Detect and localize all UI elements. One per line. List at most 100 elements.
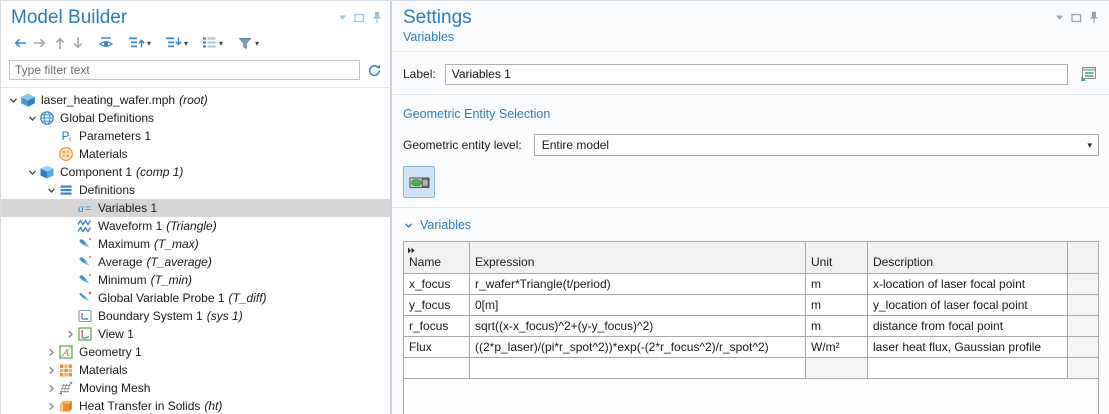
tree-item-view-1[interactable]: View 1: [1, 325, 390, 343]
tree-item-maximum[interactable]: Maximum(T_max): [1, 235, 390, 253]
edit-label-button[interactable]: [1077, 63, 1099, 85]
show-button[interactable]: [95, 34, 117, 54]
tree-item-label: Average: [98, 255, 142, 269]
chevron-collapsed-icon[interactable]: [64, 329, 77, 340]
restore-icon[interactable]: [1071, 13, 1082, 23]
tree-item-tag: (T_max): [154, 237, 199, 251]
tree-item-label: Variables 1: [98, 201, 157, 215]
cell-description[interactable]: laser heat flux, Gaussian profile: [868, 337, 1068, 358]
cell-description[interactable]: [868, 358, 1068, 379]
variables-section-header: Variables: [403, 218, 1099, 232]
tree-item-global-definitions[interactable]: Global Definitions: [1, 109, 390, 127]
cell-unit[interactable]: [806, 358, 868, 379]
cell-unit[interactable]: m: [806, 274, 868, 295]
cell-expression[interactable]: r_wafer*Triangle(t/period): [470, 274, 806, 295]
tree-item-label: laser_heating_wafer.mph: [41, 93, 175, 107]
tree-item-variables-1[interactable]: a=Variables 1: [1, 199, 390, 217]
tree-item-definitions[interactable]: Definitions: [1, 181, 390, 199]
cell-name[interactable]: Flux: [404, 337, 470, 358]
refresh-button[interactable]: [367, 63, 382, 78]
probe-icon: [77, 272, 93, 288]
cell-name[interactable]: x_focus: [404, 274, 470, 295]
chevron-expanded-icon[interactable]: [26, 167, 39, 178]
section-geometric-entity-selection: Geometric Entity Selection: [403, 107, 1099, 121]
cell-name[interactable]: [404, 358, 470, 379]
arrow-right-icon: [33, 37, 48, 52]
cell-name[interactable]: y_focus: [404, 295, 470, 316]
tree-item-geometry-1[interactable]: AGeometry 1: [1, 343, 390, 361]
tree-item-laser-heating-wafer-mph[interactable]: laser_heating_wafer.mph (root): [1, 91, 390, 109]
tree-item-label: Minimum: [98, 273, 147, 287]
tree-item-minimum[interactable]: Minimum(T_min): [1, 271, 390, 289]
table-row: r_focussqrt((x-x_focus)^2+(y-y_focus)^2)…: [404, 316, 1099, 337]
chevron-collapsed-icon[interactable]: [45, 365, 58, 376]
caret-down-icon[interactable]: [1055, 14, 1064, 21]
materials-icon: [58, 146, 74, 162]
settings-header: Settings: [403, 6, 1099, 29]
restore-icon[interactable]: [354, 13, 365, 23]
label-row: Label:: [403, 63, 1099, 85]
tree-item-boundary-system-1[interactable]: Boundary System 1 (sys 1): [1, 307, 390, 325]
cell-name[interactable]: r_focus: [404, 316, 470, 337]
geometry-icon: A: [58, 344, 74, 360]
settings-panel: Settings Variables Label: Geometric Enti…: [392, 1, 1109, 414]
model-builder-window-controls: [338, 11, 382, 24]
cell-description[interactable]: y_location of laser focal point: [868, 295, 1068, 316]
tree-item-moving-mesh[interactable]: Moving Mesh: [1, 379, 390, 397]
pin-icon[interactable]: [1089, 11, 1099, 24]
back-button[interactable]: [9, 34, 30, 54]
forward-button[interactable]: [30, 34, 51, 54]
collapse-section-icon[interactable]: [403, 220, 414, 231]
cell-unit[interactable]: W/m²: [806, 337, 868, 358]
model-builder-title: Model Builder: [11, 6, 338, 29]
filter-input[interactable]: [9, 60, 360, 80]
filter-button[interactable]: ▾: [234, 34, 262, 54]
tree-item-parameters-1[interactable]: PiParameters 1: [1, 127, 390, 145]
cell-unit[interactable]: m: [806, 295, 868, 316]
settings-title: Settings: [403, 6, 1055, 29]
tree-item-waveform-1[interactable]: Waveform 1(Triangle): [1, 217, 390, 235]
chevron-expanded-icon[interactable]: [7, 95, 20, 106]
moving-mesh-icon: [58, 380, 74, 396]
chevron-expanded-icon[interactable]: [26, 113, 39, 124]
label-input[interactable]: [445, 64, 1068, 85]
cell-expression[interactable]: sqrt((x-x_focus)^2+(y-y_focus)^2): [470, 316, 806, 337]
chevron-down-icon: ▾: [219, 40, 223, 48]
cell-description[interactable]: distance from focal point: [868, 316, 1068, 337]
tree-item-tag: (sys 1): [207, 309, 243, 323]
tree-item-global-variable-probe-1[interactable]: Global Variable Probe 1(T_diff): [1, 289, 390, 307]
cell-expression[interactable]: [470, 358, 806, 379]
tree-item-materials[interactable]: Materials: [1, 361, 390, 379]
pin-icon[interactable]: [372, 11, 382, 24]
column-handle-icon[interactable]: [407, 243, 416, 257]
move-down-button[interactable]: [69, 34, 87, 54]
collapse-all-button[interactable]: ▾: [162, 34, 191, 54]
filter-icon: [237, 36, 253, 53]
svg-text:A: A: [62, 347, 70, 359]
model-tree-node-text-button[interactable]: ▾: [199, 34, 226, 54]
tree-item-heat-transfer-in-solids[interactable]: Heat Transfer in Solids(ht): [1, 397, 390, 414]
cell-expression[interactable]: 0[m]: [470, 295, 806, 316]
caret-down-icon[interactable]: [338, 14, 347, 21]
cell-unit[interactable]: m: [806, 316, 868, 337]
tree-item-component-1[interactable]: Component 1(comp 1): [1, 163, 390, 181]
chevron-collapsed-icon[interactable]: [45, 347, 58, 358]
cell-extra: [1068, 316, 1099, 337]
chevron-collapsed-icon[interactable]: [45, 383, 58, 394]
expand-all-button[interactable]: ▾: [125, 34, 154, 54]
tree-item-materials[interactable]: Materials: [1, 145, 390, 163]
table-row: [404, 358, 1099, 379]
tree-item-label: Boundary System 1: [98, 309, 203, 323]
active-selection-toggle-button[interactable]: [403, 166, 435, 198]
tree-item-average[interactable]: Average(T_average): [1, 253, 390, 271]
tree-item-tag: (comp 1): [136, 165, 183, 179]
tree-item-tag: (root): [179, 93, 208, 107]
filter-row: [1, 58, 390, 88]
cell-description[interactable]: x-location of laser focal point: [868, 274, 1068, 295]
cell-expression[interactable]: ((2*p_laser)/(pi*r_spot^2))*exp(-(2*r_fo…: [470, 337, 806, 358]
parameters-icon: Pi: [58, 128, 74, 144]
chevron-expanded-icon[interactable]: [45, 185, 58, 196]
geometric-entity-level-dropdown[interactable]: Entire model ▾: [534, 134, 1099, 156]
move-up-button[interactable]: [51, 34, 69, 54]
chevron-collapsed-icon[interactable]: [45, 401, 58, 412]
